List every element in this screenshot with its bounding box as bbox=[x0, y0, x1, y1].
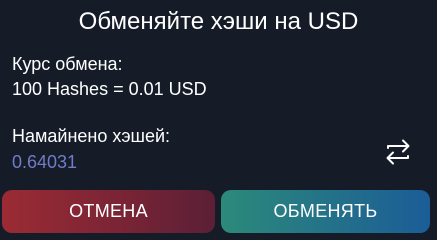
mined-hashes-value: 0.64031 bbox=[12, 152, 78, 172]
cancel-button[interactable]: ОТМЕНА bbox=[2, 190, 215, 233]
exchange-dialog: Обменяйте хэши на USD Курс обмена: 100 H… bbox=[0, 0, 437, 240]
swap-button[interactable] bbox=[380, 134, 416, 170]
mined-hashes-label: Намайнено хэшей: bbox=[12, 126, 171, 146]
swap-arrows-icon bbox=[386, 139, 410, 165]
exchange-rate-value: 100 Hashes = 0.01 USD bbox=[12, 79, 207, 99]
exchange-rate-label: Курс обмена: bbox=[12, 54, 123, 74]
exchange-button-label: ОБМЕНЯТЬ bbox=[273, 201, 378, 221]
exchange-button[interactable]: ОБМЕНЯТЬ bbox=[221, 190, 430, 233]
cancel-button-label: ОТМЕНА bbox=[69, 201, 148, 221]
dialog-title: Обменяйте хэши на USD bbox=[78, 8, 359, 35]
